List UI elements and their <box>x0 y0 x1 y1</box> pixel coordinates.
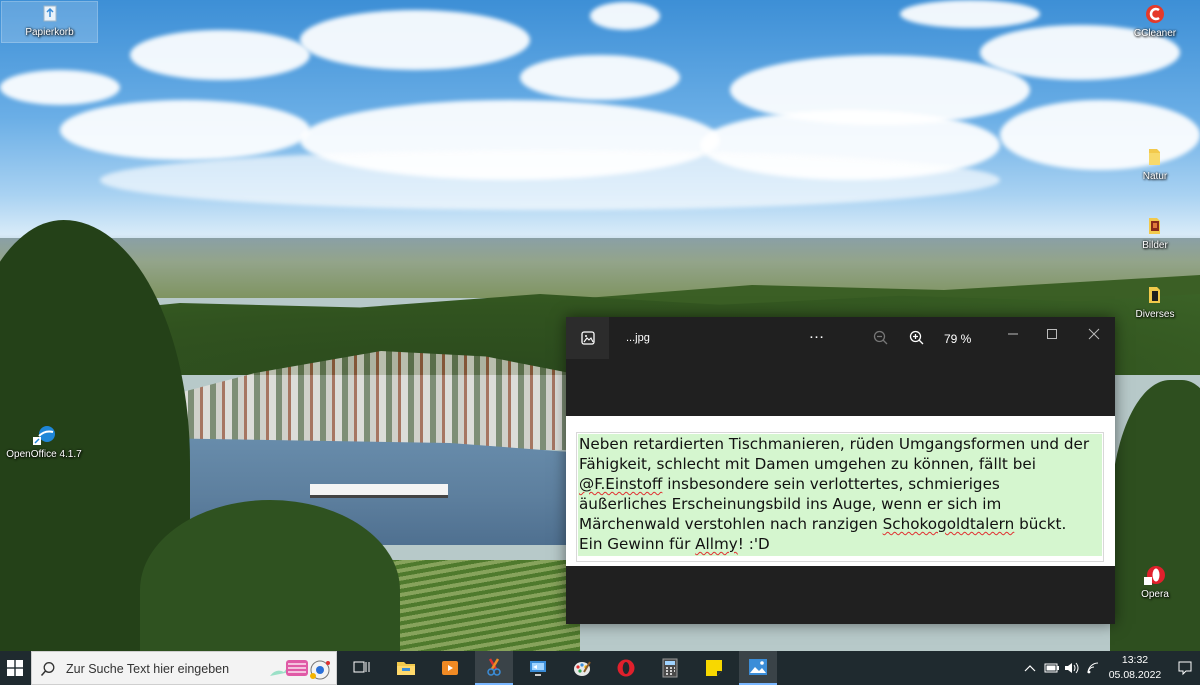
task-view-button[interactable] <box>343 651 381 685</box>
desktop-icon-recycle-bin[interactable]: Papierkorb <box>1 1 98 43</box>
desktop-icon-openoffice[interactable]: OpenOffice 4.1.7 <box>4 424 84 460</box>
text-line-3: @F.Einstoff insbesondere sein verlottert… <box>579 475 1000 493</box>
diverses-label: Diverses <box>1135 309 1175 320</box>
taskbar-calculator[interactable] <box>651 651 689 685</box>
desktop-icon-diverses[interactable]: Diverses <box>1115 284 1195 320</box>
ccleaner-label: CCleaner <box>1133 28 1177 39</box>
taskbar: Zur Suche Text hier eingeben 13:32 05.08… <box>0 651 1200 685</box>
natur-label: Natur <box>1142 171 1168 182</box>
battery-icon <box>1044 663 1059 673</box>
text-line-1: Neben retardierten Tischmanieren, rüden … <box>579 435 1090 453</box>
recycle-bin-icon <box>43 5 56 22</box>
desktop-icon-ccleaner[interactable]: CCleaner <box>1115 3 1195 39</box>
photo-viewer-window: ...jpg … 79 % Neben retardierten Tischma… <box>566 317 1115 624</box>
folder-image-icon <box>1149 218 1160 234</box>
folder-icon <box>1149 149 1160 165</box>
text-line-5: Märchenwald verstohlen nach ranzigen Sch… <box>579 515 1067 533</box>
opera-icon <box>617 659 635 677</box>
screenshot-text: Neben retardierten Tischmanieren, rüden … <box>578 434 1102 556</box>
wifi-icon <box>1087 662 1099 674</box>
zoom-in-icon[interactable] <box>908 329 926 347</box>
tray-battery[interactable] <box>1042 651 1062 685</box>
tray-network[interactable] <box>1083 651 1103 685</box>
search-highlight-illustration-icon <box>270 660 330 680</box>
misspelled-word: Allmy <box>695 535 738 553</box>
taskbar-search-box[interactable]: Zur Suche Text hier eingeben <box>31 651 337 685</box>
search-icon <box>40 662 55 676</box>
ship <box>310 484 448 498</box>
taskbar-paint[interactable] <box>563 651 601 685</box>
notification-center-button[interactable] <box>1170 651 1200 685</box>
zoom-out-icon[interactable] <box>872 329 890 347</box>
ccleaner-icon <box>1146 5 1164 23</box>
speaker-icon <box>1065 662 1079 674</box>
opera-label: Opera <box>1141 589 1169 600</box>
text-line-2: Fähigkeit, schlecht mit Damen umgehen zu… <box>579 455 1036 473</box>
search-placeholder: Zur Suche Text hier eingeben <box>66 662 230 676</box>
bilder-label: Bilder <box>1142 240 1168 251</box>
desktop-icon-opera[interactable]: Opera <box>1115 564 1195 600</box>
minimize-icon[interactable] <box>1003 325 1023 343</box>
maximize-icon[interactable] <box>1042 325 1062 343</box>
taskbar-snipping-tool[interactable] <box>475 651 513 685</box>
paint-palette-icon <box>574 661 591 676</box>
taskbar-photos[interactable] <box>739 651 777 685</box>
taskbar-remote-desktop[interactable] <box>519 651 557 685</box>
zoom-level: 79 % <box>944 332 972 346</box>
taskbar-file-explorer[interactable] <box>387 651 425 685</box>
media-player-icon <box>442 661 458 675</box>
remote-desktop-icon <box>530 661 546 676</box>
misspelled-word: Schokogoldtalern <box>882 515 1015 533</box>
text-line-6: Ein Gewinn für Allmy! :'D <box>579 535 770 553</box>
opera-icon <box>1144 566 1165 585</box>
windows-logo-icon <box>7 660 23 676</box>
file-explorer-icon <box>397 662 415 675</box>
openoffice-label: OpenOffice 4.1.7 <box>6 449 82 460</box>
task-view-icon <box>353 661 370 673</box>
desktop-icon-natur[interactable]: Natur <box>1115 146 1195 182</box>
tray-show-hidden-button[interactable] <box>1020 651 1040 685</box>
taskbar-opera[interactable] <box>607 651 645 685</box>
viewer-app-button[interactable] <box>566 317 609 359</box>
close-icon[interactable] <box>1084 325 1104 343</box>
user-mention: @F.Einstoff <box>579 475 663 493</box>
calculator-icon <box>662 658 678 678</box>
screenshot-text-box: Neben retardierten Tischmanieren, rüden … <box>576 432 1104 562</box>
recycle-bin-label: Papierkorb <box>25 27 74 38</box>
notification-icon <box>1178 661 1192 676</box>
clock-time: 13:32 <box>1121 654 1149 666</box>
openoffice-icon <box>33 426 55 445</box>
photos-app-icon <box>580 331 595 345</box>
taskbar-media-player[interactable] <box>431 651 469 685</box>
more-options-button[interactable]: … <box>806 326 828 349</box>
snipping-tool-icon <box>487 658 501 676</box>
sticky-notes-icon <box>706 660 722 676</box>
chevron-up-icon <box>1024 665 1036 672</box>
taskbar-sticky-notes[interactable] <box>695 651 733 685</box>
viewer-title-bar[interactable]: ...jpg … 79 % <box>566 317 1115 359</box>
start-button[interactable] <box>0 651 30 685</box>
image-canvas: Neben retardierten Tischmanieren, rüden … <box>566 416 1115 566</box>
viewer-file-name: ...jpg <box>626 332 650 344</box>
folder-icon <box>1149 287 1160 303</box>
text-line-4: äußerliches Erscheinungsbild ins Auge, w… <box>579 495 1002 513</box>
photos-icon <box>749 659 767 675</box>
desktop-icon-bilder[interactable]: Bilder <box>1115 215 1195 251</box>
clock-date: 05.08.2022 <box>1108 669 1162 681</box>
taskbar-clock[interactable]: 13:32 05.08.2022 <box>1105 653 1165 683</box>
tray-volume[interactable] <box>1062 651 1082 685</box>
